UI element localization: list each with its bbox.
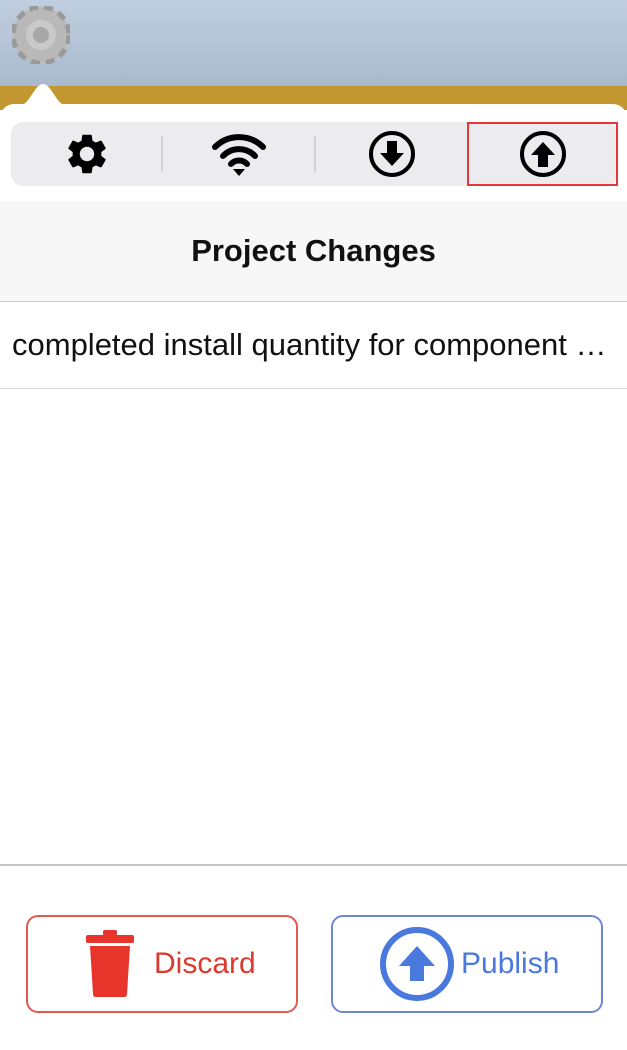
tab-download[interactable] (316, 122, 467, 186)
tab-settings[interactable] (11, 122, 162, 186)
list-item[interactable]: completed install quantity for component… (0, 302, 627, 389)
publish-button[interactable]: Publish (331, 915, 603, 1013)
tab-sync[interactable] (163, 122, 314, 186)
change-description: completed install quantity for component… (12, 327, 614, 362)
upload-circle-icon (380, 927, 454, 1001)
gear-icon (67, 134, 106, 174)
download-circle-icon (368, 131, 415, 177)
wifi-icon (211, 134, 266, 176)
changes-header: Project Changes (0, 201, 627, 302)
tab-upload[interactable] (467, 122, 618, 186)
discard-label: Discard (154, 947, 256, 980)
discard-button[interactable]: Discard (26, 915, 298, 1013)
publish-label: Publish (461, 947, 560, 980)
upload-circle-icon (519, 131, 566, 177)
popover-arrow (18, 84, 68, 106)
page-title: Project Changes (191, 233, 436, 268)
app-logo-icon[interactable] (12, 6, 70, 64)
app-top-bar (0, 0, 627, 86)
trash-icon (86, 930, 134, 997)
footer-divider (0, 864, 627, 866)
sync-segmented-control (11, 122, 618, 186)
